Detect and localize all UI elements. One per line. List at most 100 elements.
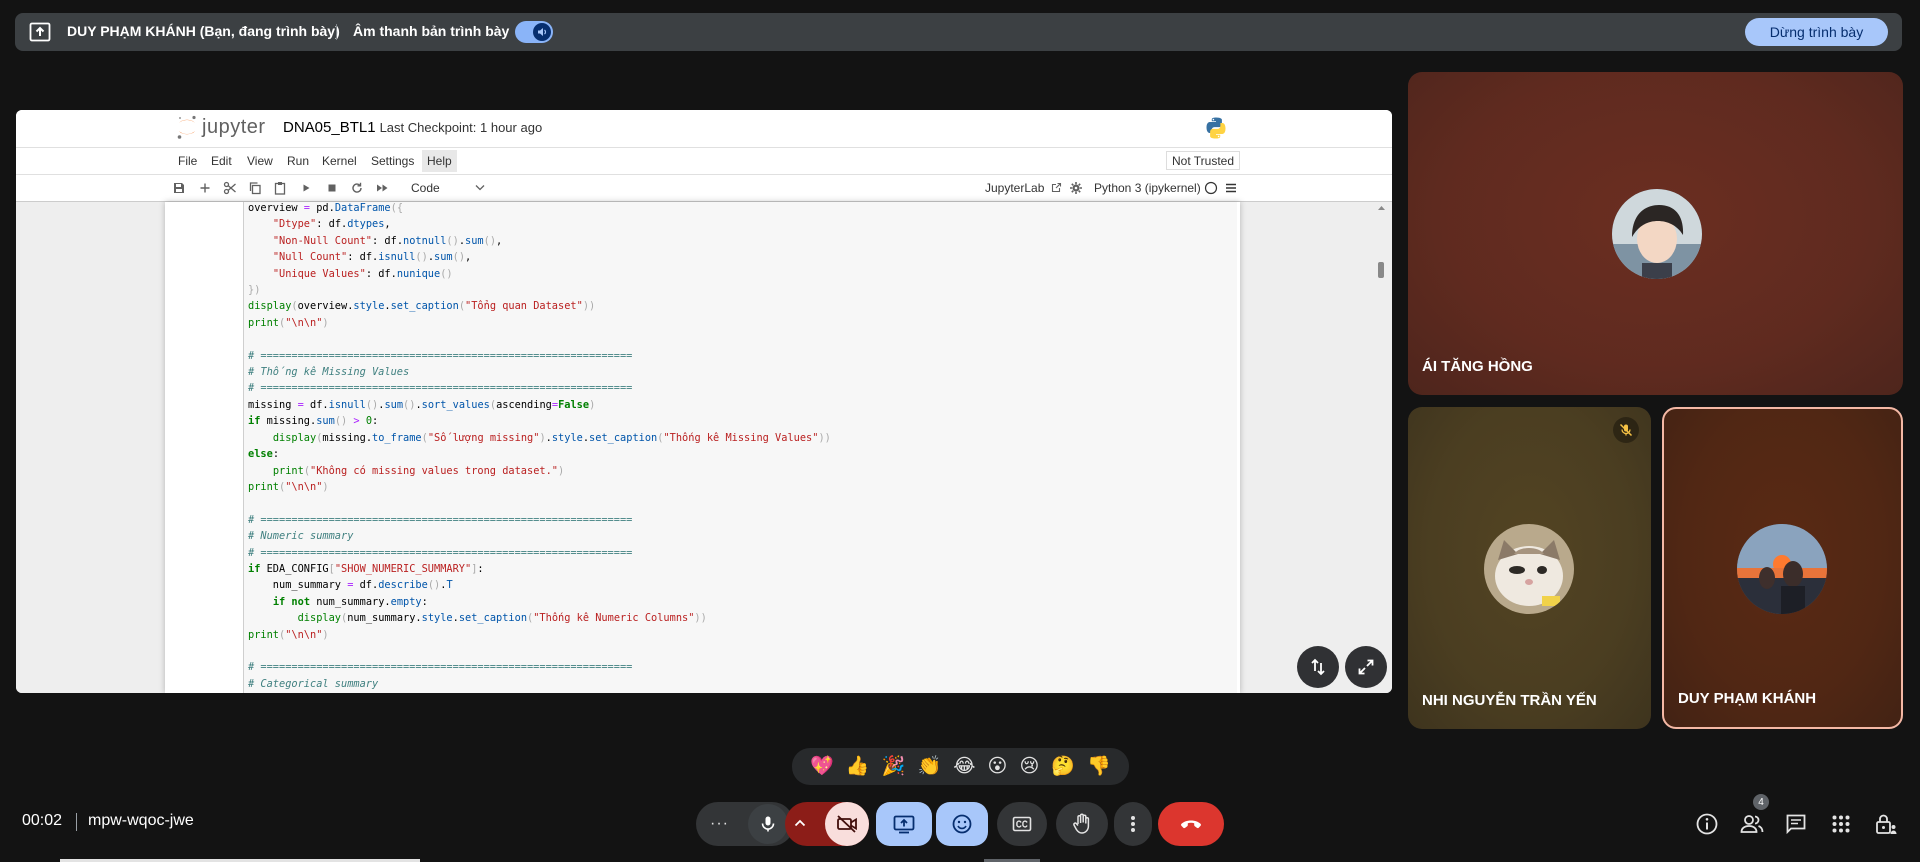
jupyter-logo[interactable]: jupyter — [176, 114, 266, 140]
add-cell-icon[interactable] — [198, 181, 212, 195]
activities-button[interactable] — [1827, 810, 1855, 838]
menu-edit[interactable]: Edit — [211, 154, 232, 168]
code-line[interactable]: overview = pd.DataFrame({ — [248, 202, 831, 216]
code-editor[interactable]: overview = pd.DataFrame({ "Dtype": df.dt… — [248, 202, 831, 692]
presenting-banner: DUY PHẠM KHÁNH (Bạn, đang trình bày) Âm … — [15, 13, 1902, 51]
code-line[interactable]: print("Không có missing values trong dat… — [248, 463, 831, 479]
kernel-name[interactable]: Python 3 (ipykernel) — [1094, 181, 1201, 195]
restart-icon[interactable] — [350, 181, 364, 195]
notebook-area: overview = pd.DataFrame({ "Dtype": df.dt… — [16, 202, 1392, 693]
participant-tile[interactable]: NHI NGUYỄN TRẦN YẾN — [1408, 407, 1651, 729]
settings-gear-icon[interactable] — [1069, 181, 1083, 195]
reaction-sad[interactable]: 😢 — [1019, 757, 1039, 776]
notebook-title[interactable]: DNA05_BTL1 Last Checkpoint: 1 hour ago — [283, 119, 542, 136]
chat-button[interactable] — [1782, 810, 1810, 838]
not-trusted-indicator[interactable]: Not Trusted — [1166, 151, 1241, 170]
jupyter-logo-icon — [177, 115, 196, 139]
mic-options-button[interactable]: ··· — [710, 815, 729, 833]
notebook-name[interactable]: DNA05_BTL1 — [283, 119, 376, 136]
code-line[interactable]: print("\n\n") — [248, 315, 831, 331]
code-line[interactable]: # ======================================… — [248, 380, 831, 396]
emoji-reactions-button[interactable] — [936, 802, 988, 846]
code-line[interactable]: # Numeric summary — [248, 528, 831, 544]
menu-kernel[interactable]: Kernel — [322, 154, 357, 168]
reaction-party[interactable]: 🎉 — [882, 757, 906, 776]
code-cell[interactable]: overview = pd.DataFrame({ "Dtype": df.dt… — [243, 202, 1237, 693]
code-line[interactable] — [248, 495, 831, 511]
reaction-clap[interactable]: 👏 — [917, 757, 941, 776]
scrollbar-thumb[interactable] — [1378, 262, 1384, 278]
camera-options-chevron-up-icon[interactable] — [793, 816, 807, 830]
save-icon[interactable] — [172, 181, 186, 195]
lock-person-icon — [1876, 814, 1897, 834]
code-line[interactable]: num_summary = df.describe().T — [248, 577, 831, 593]
code-line[interactable]: }) — [248, 282, 831, 298]
run-icon[interactable] — [299, 181, 313, 195]
code-line[interactable]: # ======================================… — [248, 512, 831, 528]
pin-toggle-button[interactable] — [1297, 646, 1339, 688]
code-line[interactable]: "Non-Null Count": df.notnull().sum(), — [248, 233, 831, 249]
presentation-audio-toggle[interactable] — [515, 21, 553, 43]
code-line[interactable]: # Categorical summary — [248, 676, 831, 692]
code-line[interactable]: # ======================================… — [248, 348, 831, 364]
code-line[interactable] — [248, 643, 831, 659]
code-line[interactable]: display(num_summary.style.set_caption("T… — [248, 610, 831, 626]
stop-presenting-button[interactable]: Dừng trình bày — [1745, 18, 1888, 46]
camera-button[interactable] — [825, 802, 869, 846]
captions-button[interactable] — [997, 802, 1047, 846]
code-line[interactable]: # ======================================… — [248, 545, 831, 561]
fast-forward-icon[interactable] — [375, 181, 389, 195]
participant-tile-active-speaker[interactable]: DUY PHẠM KHÁNH — [1662, 407, 1903, 729]
reaction-laugh[interactable]: 😂 — [953, 757, 975, 776]
mic-button[interactable] — [748, 804, 788, 844]
cut-icon[interactable] — [223, 181, 237, 195]
reaction-surprised[interactable]: 😮 — [988, 757, 1008, 776]
code-line[interactable]: missing = df.isnull().sum().sort_values(… — [248, 397, 831, 413]
swap-vertical-icon — [1311, 658, 1325, 676]
more-options-button[interactable] — [1114, 802, 1152, 846]
code-line[interactable]: if missing.sum() > 0: — [248, 413, 831, 429]
menu-file[interactable]: File — [178, 154, 197, 168]
reaction-heart[interactable]: 💖 — [810, 757, 834, 776]
present-button[interactable] — [876, 802, 932, 846]
code-line[interactable]: display(missing.to_frame("Số lượng missi… — [248, 430, 831, 446]
code-line[interactable]: else: — [248, 446, 831, 462]
code-line[interactable]: "Unique Values": df.nunique() — [248, 266, 831, 282]
code-line[interactable]: display(overview.style.set_caption("Tổng… — [248, 298, 831, 314]
host-controls-button[interactable] — [1872, 810, 1900, 838]
cell-type-select[interactable]: Code — [411, 181, 440, 195]
hamburger-menu-icon[interactable] — [1224, 181, 1238, 195]
code-line[interactable]: "Dtype": df.dtypes, — [248, 216, 831, 232]
reaction-thumbs-down[interactable]: 👎 — [1087, 757, 1111, 776]
reaction-thumbs-up[interactable]: 👍 — [846, 757, 870, 776]
stop-icon[interactable] — [325, 181, 339, 195]
fullscreen-button[interactable] — [1345, 646, 1387, 688]
raise-hand-button[interactable] — [1056, 802, 1108, 846]
code-line[interactable]: print("\n\n") — [248, 479, 831, 495]
code-line[interactable]: if EDA_CONFIG["SHOW_NUMERIC_SUMMARY"]: — [248, 561, 831, 577]
banner-divider — [336, 24, 337, 40]
captions-icon — [1012, 816, 1032, 832]
code-line[interactable]: "Null Count": df.isnull().sum(), — [248, 249, 831, 265]
menu-help[interactable]: Help — [422, 150, 457, 172]
jupyterlab-link[interactable]: JupyterLab — [985, 181, 1062, 195]
leave-call-button[interactable] — [1158, 802, 1224, 846]
people-button[interactable] — [1738, 810, 1766, 838]
people-count-badge: 4 — [1753, 794, 1769, 810]
vertical-scrollbar[interactable] — [1377, 204, 1386, 690]
code-line[interactable]: # Thống kê Missing Values — [248, 364, 831, 380]
code-line[interactable]: print("\n\n") — [248, 627, 831, 643]
chevron-down-icon[interactable] — [475, 184, 485, 191]
menu-settings[interactable]: Settings — [371, 154, 414, 168]
meeting-details-button[interactable] — [1693, 810, 1721, 838]
copy-icon[interactable] — [248, 181, 262, 195]
reaction-thinking[interactable]: 🤔 — [1051, 757, 1075, 776]
code-line[interactable]: if not num_summary.empty: — [248, 594, 831, 610]
menu-view[interactable]: View — [247, 154, 273, 168]
code-line[interactable]: # ======================================… — [248, 659, 831, 675]
menu-run[interactable]: Run — [287, 154, 309, 168]
paste-icon[interactable] — [273, 181, 287, 195]
participant-tile[interactable]: ÁI TĂNG HỒNG — [1408, 72, 1903, 395]
code-line[interactable] — [248, 331, 831, 347]
scroll-up-arrow-icon[interactable] — [1377, 204, 1386, 211]
